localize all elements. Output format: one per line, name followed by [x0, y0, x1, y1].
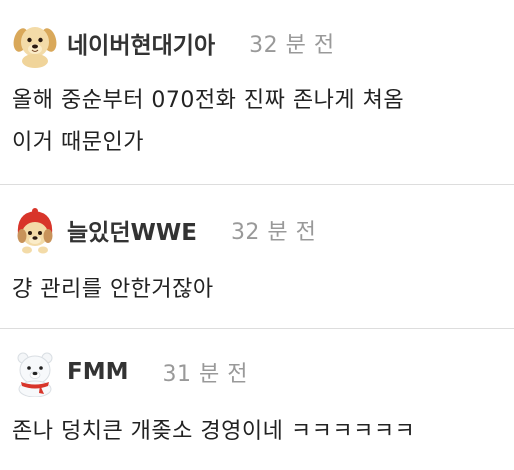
comment-text: 존나 덩치큰 개좆소 경영이네 ㅋㅋㅋㅋㅋㅋ — [12, 411, 415, 453]
timestamp: 31 분 전 — [162, 362, 248, 387]
comment-text-line: 올해 중순부터 070전화 진짜 존나게 쳐옴 — [12, 88, 405, 113]
comment-header: FMM 31 분 전 — [10, 347, 248, 397]
comment-text-line: 걍 관리를 안한거잖아 — [12, 277, 214, 302]
comment-header: 늘있던WWE 32 분 전 — [10, 205, 316, 255]
comment-item: 늘있던WWE 32 분 전 걍 관리를 안한거잖아 — [0, 185, 514, 328]
polar-bear-avatar-icon[interactable] — [10, 347, 60, 397]
comment-header: 네이버현대기아 32 분 전 — [10, 18, 335, 68]
timestamp: 32 분 전 — [230, 220, 317, 245]
timestamp: 32 분 전 — [249, 33, 335, 58]
comment-text: 올해 중순부터 070전화 진짜 존나게 쳐옴 이거 때문인가 — [12, 80, 404, 164]
comment-text-line: 이거 때문인가 — [12, 130, 144, 155]
puppy-avatar-icon[interactable] — [10, 18, 60, 68]
comment-item: 네이버현대기아 32 분 전 올해 중순부터 070전화 진짜 존나게 쳐옴 이… — [0, 0, 514, 184]
username[interactable]: 네이버현대기아 — [67, 26, 215, 60]
username[interactable]: FMM — [67, 359, 129, 385]
comment-text: 걍 관리를 안한거잖아 — [12, 269, 214, 311]
username[interactable]: 늘있던WWE — [67, 213, 197, 247]
comment-item: FMM 31 분 전 존나 덩치큰 개좆소 경영이네 ㅋㅋㅋㅋㅋㅋ — [0, 329, 514, 470]
puppy-red-hood-avatar-icon[interactable] — [10, 205, 60, 255]
comment-text-line: 존나 덩치큰 개좆소 경영이네 ㅋㅋㅋㅋㅋㅋ — [12, 419, 416, 444]
